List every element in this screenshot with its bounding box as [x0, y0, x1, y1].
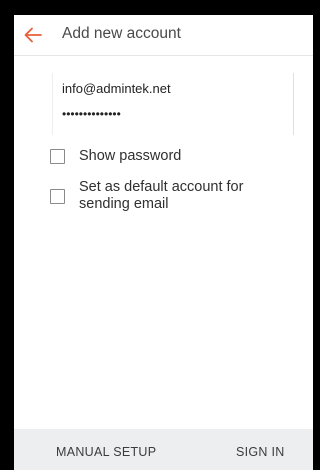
- app-bar: Add new account: [14, 15, 313, 56]
- default-account-checkbox[interactable]: [50, 189, 65, 204]
- password-field[interactable]: ••••••••••••••: [62, 107, 121, 121]
- screen: Add new account info@admintek.net ••••••…: [14, 15, 313, 470]
- arrow-left-icon[interactable]: [22, 24, 44, 46]
- default-account-option[interactable]: Set as default account for sending email: [50, 179, 243, 213]
- credentials-card: info@admintek.net ••••••••••••••: [52, 73, 294, 135]
- page-title: Add new account: [62, 25, 181, 42]
- show-password-checkbox[interactable]: [50, 149, 65, 164]
- email-field[interactable]: info@admintek.net: [62, 81, 171, 96]
- default-account-label-line1: Set as default account for: [79, 179, 244, 195]
- bottom-action-bar: MANUAL SETUP SIGN IN: [14, 429, 313, 470]
- show-password-option[interactable]: Show password: [50, 148, 181, 165]
- show-password-label: Show password: [79, 148, 182, 164]
- default-account-label-line2: sending email: [79, 196, 169, 212]
- sign-in-button[interactable]: SIGN IN: [236, 445, 285, 459]
- manual-setup-button[interactable]: MANUAL SETUP: [56, 445, 156, 459]
- default-account-label: Set as default account for sending email: [79, 179, 243, 213]
